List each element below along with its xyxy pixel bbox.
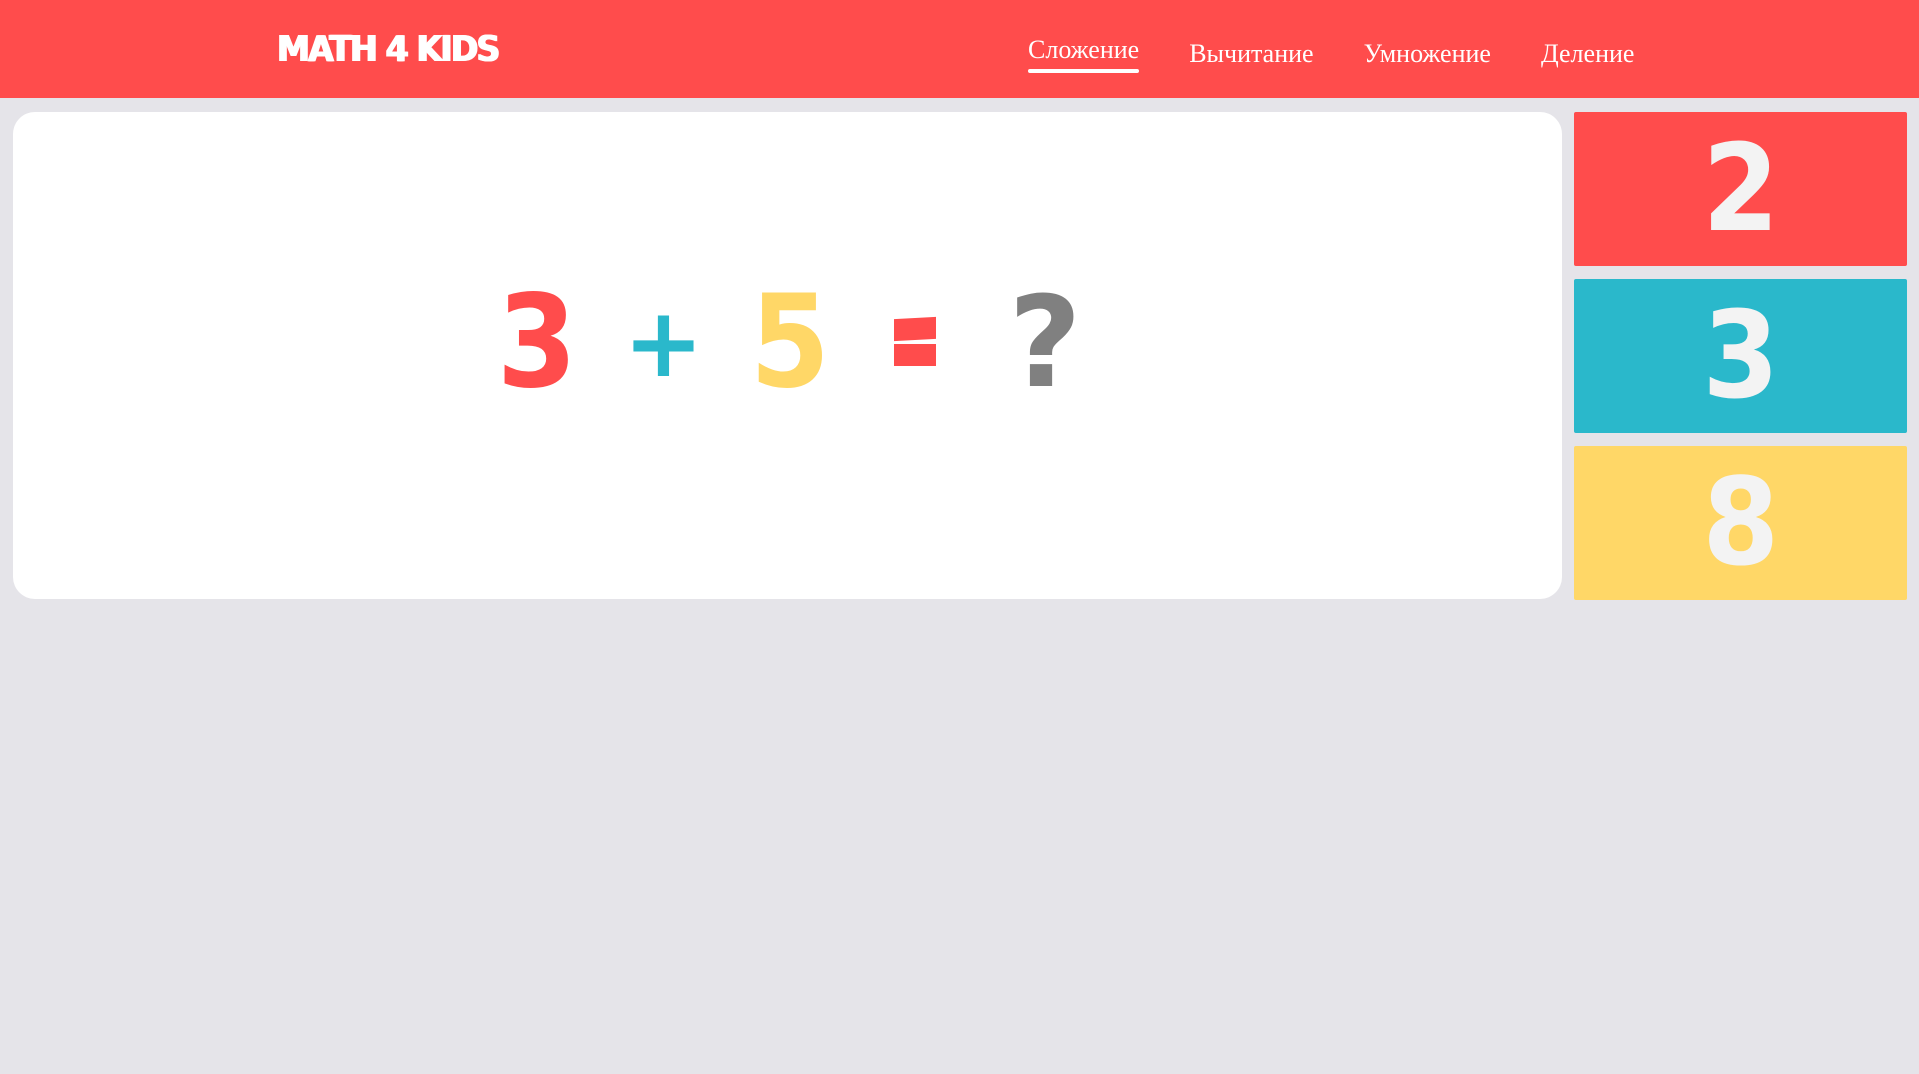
operator-plus: + xyxy=(623,287,704,399)
nav-item-division[interactable]: Деление xyxy=(1541,34,1634,74)
answer-option-value: 2 xyxy=(1702,119,1779,259)
equals-sign xyxy=(840,316,990,368)
equation: 3 + 5 ? xyxy=(487,268,1100,418)
answer-option-2[interactable]: 3 xyxy=(1574,279,1907,433)
nav-item-multiplication[interactable]: Умножение xyxy=(1364,34,1491,74)
answer-options: 2 3 8 xyxy=(1574,112,1907,613)
answer-option-3[interactable]: 8 xyxy=(1574,446,1907,600)
answer-option-value: 3 xyxy=(1702,286,1779,426)
equals-icon xyxy=(894,316,936,368)
unknown-result: ? xyxy=(1008,269,1082,416)
main-nav: Сложение Вычитание Умножение Деление xyxy=(1028,34,1634,74)
answer-option-1[interactable]: 2 xyxy=(1574,112,1907,266)
site-logo[interactable]: MATH 4 KIDS xyxy=(277,26,500,74)
answer-option-value: 8 xyxy=(1702,453,1779,593)
header-bar: MATH 4 KIDS Сложение Вычитание Умножение… xyxy=(0,0,1919,98)
nav-item-subtraction[interactable]: Вычитание xyxy=(1189,34,1313,74)
nav-item-addition[interactable]: Сложение xyxy=(1028,30,1140,73)
operand-2: 5 xyxy=(749,268,831,417)
operand-1: 3 xyxy=(496,268,578,417)
